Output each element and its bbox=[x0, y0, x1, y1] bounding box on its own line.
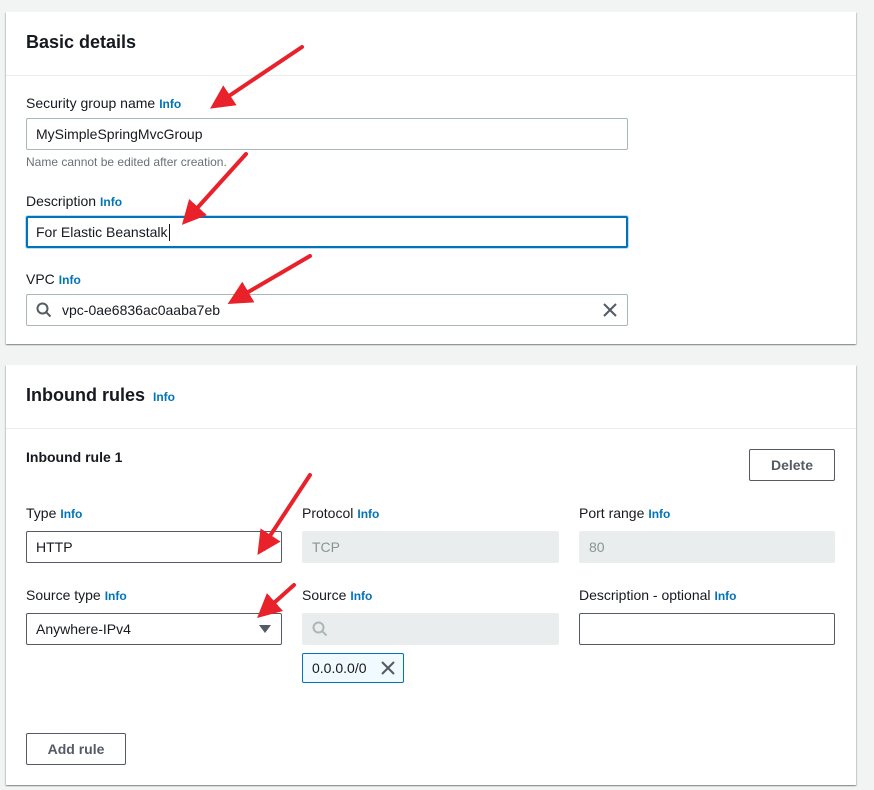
vpc-info-link[interactable]: Info bbox=[59, 273, 81, 287]
inbound-rules-panel: Inbound rules Info Inbound rule 1 Delete … bbox=[6, 365, 856, 785]
basic-details-header: Basic details bbox=[6, 12, 856, 76]
security-group-name-label-text: Security group name bbox=[26, 95, 156, 111]
description-label: Description Info bbox=[26, 193, 122, 209]
vpc-input-value: vpc-0ae6836ac0aaba7eb bbox=[62, 302, 221, 318]
protocol-label: Protocol Info bbox=[302, 505, 379, 521]
security-group-name-input[interactable]: MySimpleSpringMvcGroup bbox=[26, 118, 628, 150]
description-input[interactable]: For Elastic Beanstalk bbox=[26, 216, 628, 248]
vpc-label-text: VPC bbox=[26, 271, 55, 287]
type-info-link[interactable]: Info bbox=[60, 507, 82, 521]
security-group-name-label: Security group name Info bbox=[26, 95, 181, 111]
vpc-label: VPC Info bbox=[26, 271, 81, 287]
source-token-value: 0.0.0.0/0 bbox=[312, 660, 367, 676]
remove-token-icon[interactable] bbox=[381, 661, 395, 675]
port-range-label: Port range Info bbox=[579, 505, 670, 521]
source-info-link[interactable]: Info bbox=[350, 589, 372, 603]
rule-description-label: Description - optional Info bbox=[579, 587, 737, 603]
rule-description-label-text: Description - optional bbox=[579, 587, 711, 603]
source-type-label: Source type Info bbox=[26, 587, 127, 603]
search-icon bbox=[36, 302, 52, 318]
vpc-input[interactable]: vpc-0ae6836ac0aaba7eb bbox=[26, 294, 628, 326]
source-search-input[interactable] bbox=[302, 613, 559, 645]
delete-rule-button[interactable]: Delete bbox=[749, 449, 835, 481]
inbound-rules-header: Inbound rules Info bbox=[6, 365, 856, 429]
add-rule-button[interactable]: Add rule bbox=[26, 733, 126, 765]
basic-details-title: Basic details bbox=[26, 32, 137, 52]
text-cursor bbox=[168, 223, 170, 241]
source-type-info-link[interactable]: Info bbox=[105, 589, 127, 603]
security-group-name-hint: Name cannot be edited after creation. bbox=[26, 155, 227, 169]
source-type-label-text: Source type bbox=[26, 587, 101, 603]
rule-description-input[interactable] bbox=[579, 613, 835, 645]
inbound-rules-info-link[interactable]: Info bbox=[153, 390, 175, 404]
type-select-value: HTTP bbox=[36, 539, 73, 555]
source-label-text: Source bbox=[302, 587, 347, 603]
protocol-info-link[interactable]: Info bbox=[357, 507, 379, 521]
basic-details-panel: Basic details Security group name Info My… bbox=[6, 12, 856, 344]
source-token: 0.0.0.0/0 bbox=[302, 653, 404, 683]
security-group-name-info-link[interactable]: Info bbox=[159, 97, 181, 111]
port-range-input: 80 bbox=[579, 531, 835, 563]
description-input-value: For Elastic Beanstalk bbox=[36, 224, 168, 240]
description-info-link[interactable]: Info bbox=[100, 195, 122, 209]
type-select[interactable]: HTTP bbox=[26, 531, 282, 563]
port-range-label-text: Port range bbox=[579, 505, 645, 521]
source-label: Source Info bbox=[302, 587, 372, 603]
source-type-select-value: Anywhere-IPv4 bbox=[36, 621, 131, 637]
inbound-rules-title: Inbound rules Info bbox=[26, 385, 175, 406]
source-type-select[interactable]: Anywhere-IPv4 bbox=[26, 613, 282, 645]
rule-description-info-link[interactable]: Info bbox=[715, 589, 737, 603]
port-range-info-link[interactable]: Info bbox=[648, 507, 670, 521]
inbound-rules-title-text: Inbound rules bbox=[26, 385, 145, 405]
type-label: Type Info bbox=[26, 505, 82, 521]
protocol-input: TCP bbox=[302, 531, 559, 563]
type-label-text: Type bbox=[26, 505, 57, 521]
caret-down-icon bbox=[259, 543, 271, 551]
search-icon bbox=[312, 621, 328, 637]
protocol-label-text: Protocol bbox=[302, 505, 354, 521]
caret-down-icon bbox=[259, 625, 271, 633]
description-label-text: Description bbox=[26, 193, 97, 209]
clear-icon[interactable] bbox=[603, 303, 617, 317]
inbound-rule-1-title: Inbound rule 1 bbox=[26, 449, 123, 465]
